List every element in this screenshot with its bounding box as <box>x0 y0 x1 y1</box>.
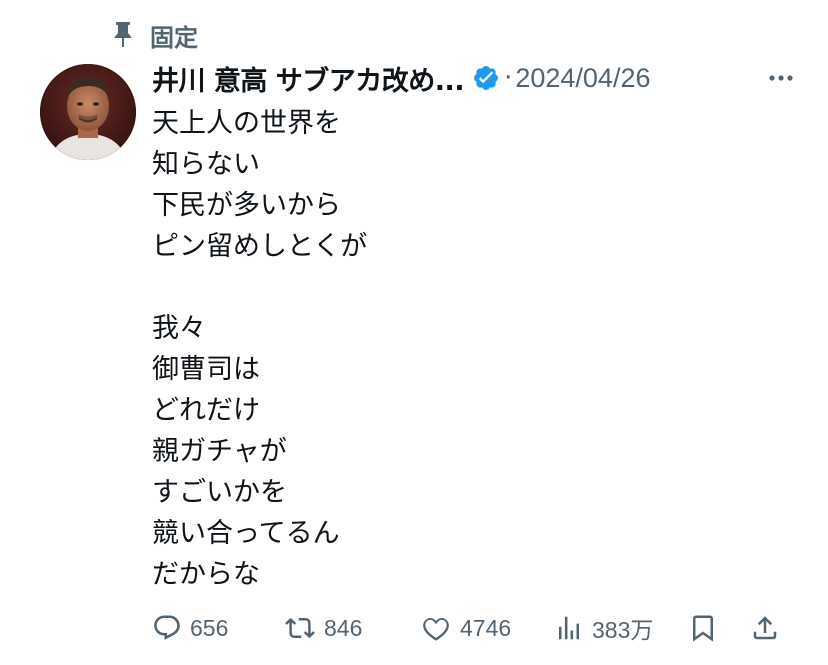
separator-dot: · <box>504 63 513 93</box>
tweet-line: 親ガチャが <box>152 436 287 467</box>
tweet-line: 御曹司は <box>152 354 260 385</box>
share-button[interactable] <box>750 606 780 650</box>
repost-count: 846 <box>324 614 363 641</box>
views-count: 383万 <box>592 617 654 643</box>
author-name[interactable]: 井川 意高 サブアカ改め... <box>152 59 465 98</box>
pinned-indicator: 固定 <box>110 18 198 52</box>
tweet-line <box>152 267 772 308</box>
action-bar: 656 846 4746 383万 <box>152 606 788 650</box>
bookmark-button[interactable] <box>688 606 718 650</box>
pin-icon <box>110 20 136 50</box>
tweet-line: 知らない <box>152 149 260 180</box>
post-date[interactable]: 2024/04/26 <box>515 63 650 94</box>
views-button[interactable]: 383万 <box>554 606 653 650</box>
avatar-image <box>40 64 136 160</box>
heart-icon <box>420 613 452 643</box>
reply-icon <box>152 613 182 643</box>
tweet-line: だからな <box>152 559 260 590</box>
tweet-header: 井川 意高 サブアカ改め... · 2024/04/26 <box>152 58 793 98</box>
like-count: 4746 <box>460 614 512 641</box>
tweet-line: 競い合ってるん <box>152 518 340 549</box>
tweet-line: どれだけ <box>152 395 260 426</box>
repost-button[interactable]: 846 <box>284 606 362 650</box>
repost-icon <box>284 613 316 643</box>
pinned-label: 固定 <box>150 23 198 52</box>
avatar[interactable] <box>40 64 136 160</box>
tweet-line: 我々 <box>152 313 206 344</box>
views-chart-icon <box>554 613 584 643</box>
tweet-line: 下民が多いから <box>152 190 341 221</box>
tweet-text: 天上人の世界を 知らない 下民が多いから ピン留めしとくが 我々 御曹司は どれ… <box>152 103 772 595</box>
tweet-line: 天上人の世界を <box>152 108 341 139</box>
tweet-line: すごいかを <box>152 477 287 508</box>
reply-button[interactable]: 656 <box>152 606 228 650</box>
more-icon[interactable] <box>766 63 796 93</box>
verified-badge-icon[interactable] <box>472 64 500 92</box>
bookmark-icon <box>688 612 718 644</box>
like-button[interactable]: 4746 <box>420 606 511 650</box>
share-icon <box>750 612 780 644</box>
reply-count: 656 <box>190 614 229 641</box>
tweet-line: ピン留めしとくが <box>152 231 368 262</box>
